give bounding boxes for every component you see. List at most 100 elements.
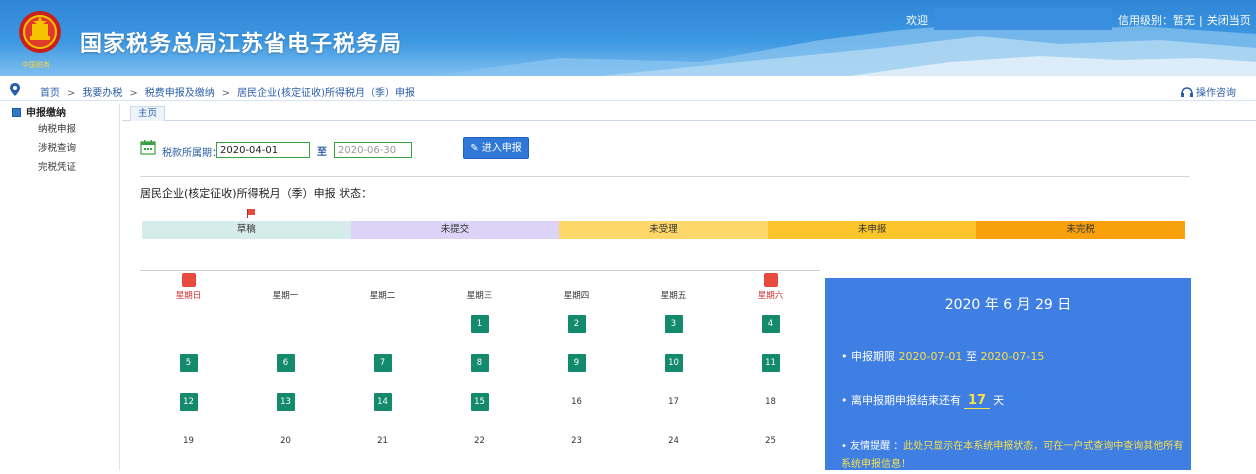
calendar-day[interactable]: 24 xyxy=(625,425,722,457)
breadcrumb: 首页 > 我要办税 > 税费申报及缴纳 > 居民企业(核定征收)所得税月（季）申报 xyxy=(40,88,415,99)
calendar-day-label: 20 xyxy=(280,436,291,446)
calendar-day[interactable]: 5 xyxy=(140,347,237,379)
sidebar-item-query[interactable]: 涉税查询 xyxy=(0,139,119,158)
location-pin-icon xyxy=(10,83,20,96)
enter-declaration-button[interactable]: ✎ 进入申报 xyxy=(463,137,529,159)
calendar-header: 星期日 星期一 星期二 星期三 星期四 星期五 星期六 xyxy=(140,270,820,301)
close-page-link[interactable]: 关闭当页 xyxy=(1207,14,1251,27)
calendar-day[interactable]: 9 xyxy=(528,347,625,379)
calendar-day-label: 3 xyxy=(664,314,683,333)
calendar-day[interactable]: 22 xyxy=(431,425,528,457)
calendar-day-label: 21 xyxy=(377,436,388,446)
calendar-day-label: 24 xyxy=(668,436,679,446)
deadline-start: 2020-07-01 xyxy=(898,350,963,363)
calendar-day[interactable]: 18 xyxy=(722,386,819,418)
period-to-label: 至 xyxy=(317,147,327,158)
remaining-days-line: • 离申报期申报结束还有 17 天 xyxy=(841,393,1005,409)
remaining-days: 17 xyxy=(963,393,991,409)
breadcrumb-bar: 首页 > 我要办税 > 税费申报及缴纳 > 居民企业(核定征收)所得税月（季）申报 操作咨询 xyxy=(0,79,1256,101)
calendar-day[interactable]: 13 xyxy=(237,386,334,418)
calendar-day[interactable]: 20 xyxy=(237,425,334,457)
calendar-day-label: 16 xyxy=(571,397,582,407)
pencil-icon: ✎ xyxy=(470,143,482,154)
calendar-day-label: 11 xyxy=(761,353,780,372)
legend-status-2: 未受理 xyxy=(559,221,768,239)
calendar-day-label: 17 xyxy=(668,397,679,407)
calendar-day[interactable]: 21 xyxy=(334,425,431,457)
calendar-day-label: 9 xyxy=(567,353,586,372)
calendar-day-label: 25 xyxy=(765,436,776,446)
calendar-icon xyxy=(140,140,156,155)
calendar-day-label: 12 xyxy=(179,392,198,411)
calendar-day[interactable]: 25 xyxy=(722,425,819,457)
calendar-day[interactable]: 23 xyxy=(528,425,625,457)
sidebar: 申报缴纳 纳税申报 涉税查询 完税凭证 xyxy=(0,104,120,470)
calendar-day-label: 5 xyxy=(179,353,198,372)
calendar-day[interactable]: 4 xyxy=(722,308,819,340)
calendar-day-label: 10 xyxy=(664,353,683,372)
site-title: 国家税务总局江苏省电子税务局 xyxy=(80,32,403,57)
calendar-day[interactable]: 2 xyxy=(528,308,625,340)
tab-home[interactable]: 主页 xyxy=(130,106,166,121)
weekday-header: 星期六 xyxy=(757,291,784,301)
help-consult-link[interactable]: 操作咨询 xyxy=(1181,84,1236,99)
breadcrumb-tax-service[interactable]: 我要办税 xyxy=(82,88,122,99)
calendar-day[interactable]: 12 xyxy=(140,386,237,418)
sidebar-section-header[interactable]: 申报缴纳 xyxy=(0,104,119,120)
calendar-day[interactable]: 14 xyxy=(334,386,431,418)
calendar-day[interactable]: 10 xyxy=(625,347,722,379)
username-field xyxy=(934,8,1112,30)
legend-status-0: 草稿 xyxy=(142,221,351,239)
calendar-day-label: 6 xyxy=(276,353,295,372)
weekday-header: 星期三 xyxy=(466,291,493,301)
declaration-info-panel: 2020 年 6 月 29 日 • 申报期限 2020-07-01 至 2020… xyxy=(825,278,1191,470)
weekend-flag-icon xyxy=(763,273,778,287)
calendar-day-label: 7 xyxy=(373,353,392,372)
friendly-reminder: • 友情提醒 ：此处只显示在本系统申报状态，可在一户式查询中查询其他所有系统申报… xyxy=(841,441,1184,470)
calendar-day-label: 8 xyxy=(470,353,489,372)
calendar-day[interactable]: 17 xyxy=(625,386,722,418)
legend-status-3: 未申报 xyxy=(767,221,977,239)
calendar-day[interactable]: 8 xyxy=(431,347,528,379)
calendar-day[interactable]: 19 xyxy=(140,425,237,457)
weekday-header: 星期二 xyxy=(369,291,396,301)
calendar-day[interactable]: 16 xyxy=(528,386,625,418)
calendar-day[interactable]: 15 xyxy=(431,386,528,418)
headset-icon xyxy=(1181,87,1193,97)
status-legend: 草稿 未提交 未受理 未申报 未完税 xyxy=(142,221,1185,239)
sidebar-item-certificate[interactable]: 完税凭证 xyxy=(0,158,119,177)
calendar-day[interactable]: 3 xyxy=(625,308,722,340)
calendar-day[interactable]: 1 xyxy=(431,308,528,340)
breadcrumb-home[interactable]: 首页 xyxy=(40,88,60,99)
header-banner: 中国税务 国家税务总局江苏省电子税务局 欢迎 信用级别：暂无 | 关闭当页 xyxy=(0,0,1256,76)
separator: | xyxy=(1199,14,1203,27)
period-end-input[interactable] xyxy=(334,142,412,158)
emblem-caption: 中国税务 xyxy=(22,61,50,69)
calendar-day[interactable]: 6 xyxy=(237,347,334,379)
declaration-calendar: 星期日 星期一 星期二 星期三 星期四 星期五 星期六 1 2 3 4 5 6 7 8 9 10 11 12 13 1… xyxy=(140,270,820,470)
legend-status-4: 未完税 xyxy=(976,221,1185,239)
breadcrumb-declaration[interactable]: 税费申报及缴纳 xyxy=(145,88,215,99)
calendar-day-label: 14 xyxy=(373,392,392,411)
menu-square-icon xyxy=(12,108,21,117)
status-title: 居民企业(核定征收)所得税月（季）申报 状态： xyxy=(140,187,373,200)
calendar-day[interactable]: 11 xyxy=(722,347,819,379)
current-date: 2020 年 6 月 29 日 xyxy=(944,297,1072,313)
credit-level: 信用级别：暂无 xyxy=(1118,14,1195,27)
weekday-header: 星期日 xyxy=(175,291,202,301)
calendar-day-label: 19 xyxy=(183,436,194,446)
calendar-day[interactable]: 7 xyxy=(334,347,431,379)
breadcrumb-current: 居民企业(核定征收)所得税月（季）申报 xyxy=(237,88,415,99)
calendar-day-label: 4 xyxy=(761,314,780,333)
sidebar-item-filing[interactable]: 纳税申报 xyxy=(0,120,119,139)
weekday-header: 星期一 xyxy=(272,291,299,301)
calendar-day-label: 22 xyxy=(474,436,485,446)
welcome-text: 欢迎 xyxy=(906,14,928,27)
weekday-header: 星期四 xyxy=(563,291,590,301)
calendar-day-label: 18 xyxy=(765,397,776,407)
period-start-input[interactable] xyxy=(216,142,310,158)
calendar-day-label: 13 xyxy=(276,392,295,411)
calendar-day-label: 2 xyxy=(567,314,586,333)
calendar-day-label: 1 xyxy=(470,314,489,333)
calendar-day-label: 23 xyxy=(571,436,582,446)
